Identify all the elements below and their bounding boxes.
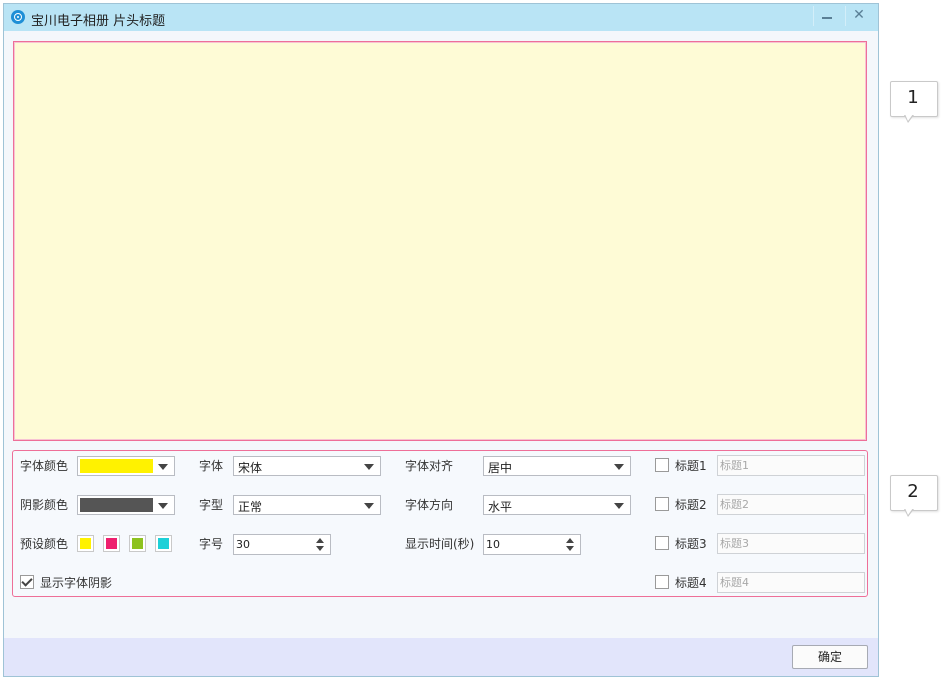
title3-checkbox[interactable] <box>655 536 669 550</box>
title4-field-box <box>717 572 866 593</box>
font-select-value: 宋体 <box>238 461 263 475</box>
title2-input[interactable] <box>718 495 866 514</box>
font-label: 字体 <box>199 459 224 473</box>
title4-input[interactable] <box>718 573 866 592</box>
title4-checkbox[interactable] <box>655 575 669 589</box>
close-button[interactable]: ✕ <box>845 6 872 26</box>
font-color-label: 字体颜色 <box>20 459 69 473</box>
window-title: 宝川电子相册 片头标题 <box>31 14 166 29</box>
spin-down-icon[interactable] <box>316 546 324 551</box>
align-label: 字体对齐 <box>405 459 454 473</box>
callout-2: 2 <box>890 475 938 517</box>
align-select[interactable]: 居中 <box>483 456 631 476</box>
title-bar: 宝川电子相册 片头标题 ✕ <box>4 4 878 31</box>
direction-value: 水平 <box>488 500 513 514</box>
shadow-color-picker[interactable] <box>77 495 175 515</box>
show-shadow-checkbox[interactable] <box>20 575 34 589</box>
font-color-picker[interactable] <box>77 456 175 476</box>
title3-label: 标题3 <box>675 537 707 551</box>
close-icon: ✕ <box>853 7 865 23</box>
duration-value: 10 <box>486 538 500 551</box>
duration-label: 显示时间(秒) <box>405 537 475 551</box>
title2-label: 标题2 <box>675 498 707 512</box>
font-style-label: 字型 <box>199 498 224 512</box>
title4-label: 标题4 <box>675 576 707 590</box>
chevron-down-icon <box>158 503 168 509</box>
title2-field-box <box>717 494 866 515</box>
preset-color-1[interactable] <box>77 535 94 552</box>
settings-panel: 字体颜色 阴影颜色 预设颜色 显示字体阴影 字体 宋体 字型 正常 字号 30 … <box>12 450 868 597</box>
dialog-window: 宝川电子相册 片头标题 ✕ 字体颜色 阴影颜色 预设颜色 显示字体阴影 字体 宋… <box>3 3 879 677</box>
chevron-down-icon <box>614 464 624 470</box>
duration-spinner[interactable]: 10 <box>483 534 581 555</box>
preset-color-2[interactable] <box>103 535 120 552</box>
font-style-value: 正常 <box>238 500 263 514</box>
minimize-icon <box>822 17 832 19</box>
app-logo-icon <box>11 10 25 24</box>
font-select[interactable]: 宋体 <box>233 456 381 476</box>
chevron-down-icon <box>364 503 374 509</box>
shadow-color-label: 阴影颜色 <box>20 498 69 512</box>
font-size-label: 字号 <box>199 537 224 551</box>
title1-field-box <box>717 455 866 476</box>
title3-input[interactable] <box>718 534 866 553</box>
font-size-spinner[interactable]: 30 <box>233 534 331 555</box>
font-style-select[interactable]: 正常 <box>233 495 381 515</box>
title3-field-box <box>717 533 866 554</box>
shadow-color-swatch <box>80 498 153 512</box>
preset-color-swatch <box>80 538 91 549</box>
preset-color-4[interactable] <box>155 535 172 552</box>
minimize-button[interactable] <box>813 6 840 26</box>
callout-number: 2 <box>907 481 919 502</box>
callout-1: 1 <box>890 81 938 123</box>
dialog-footer: 确定 <box>4 638 878 676</box>
title1-checkbox[interactable] <box>655 458 669 472</box>
spin-up-icon[interactable] <box>316 538 324 543</box>
ok-button[interactable]: 确定 <box>792 645 868 669</box>
font-color-swatch <box>80 459 153 473</box>
chevron-down-icon <box>614 503 624 509</box>
title2-checkbox[interactable] <box>655 497 669 511</box>
direction-select[interactable]: 水平 <box>483 495 631 515</box>
preset-color-3[interactable] <box>129 535 146 552</box>
spin-down-icon[interactable] <box>566 546 574 551</box>
title-preview-area[interactable] <box>13 41 867 441</box>
align-value: 居中 <box>488 461 513 475</box>
spin-up-icon[interactable] <box>566 538 574 543</box>
title1-label: 标题1 <box>675 459 707 473</box>
preset-color-swatch <box>106 538 117 549</box>
show-shadow-label: 显示字体阴影 <box>40 576 113 590</box>
preset-colors-label: 预设颜色 <box>20 537 69 551</box>
callout-number: 1 <box>907 87 919 108</box>
direction-label: 字体方向 <box>405 498 454 512</box>
preset-color-swatch <box>132 538 143 549</box>
font-size-value: 30 <box>236 538 250 551</box>
chevron-down-icon <box>158 464 168 470</box>
preset-color-swatch <box>158 538 169 549</box>
chevron-down-icon <box>364 464 374 470</box>
title1-input[interactable] <box>718 456 866 475</box>
